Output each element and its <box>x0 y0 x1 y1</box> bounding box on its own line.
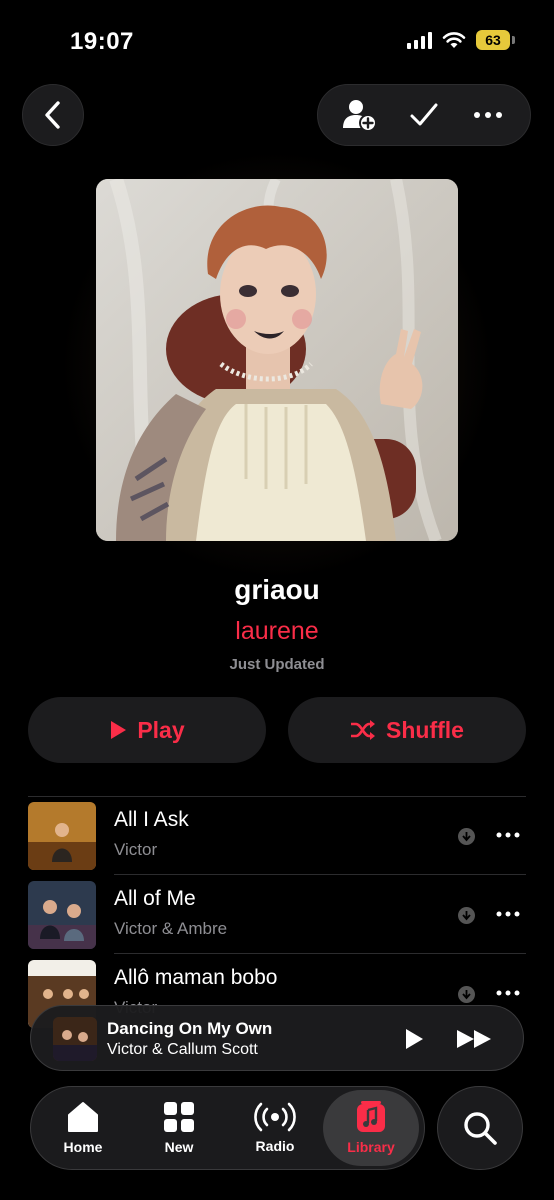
music-note-icon <box>357 1101 385 1132</box>
tab-home[interactable]: Home <box>35 1090 131 1166</box>
ellipsis-icon <box>496 832 520 838</box>
tab-radio[interactable]: Radio <box>227 1090 323 1166</box>
search-icon <box>464 1112 497 1145</box>
play-button[interactable]: Play <box>28 697 266 763</box>
playlist-artwork[interactable] <box>96 179 458 541</box>
track-artwork <box>28 881 96 949</box>
downloaded-icon <box>458 986 475 1003</box>
now-playing-artist: Victor & Callum Scott <box>107 1041 258 1058</box>
battery-indicator: 63 <box>476 30 515 50</box>
tab-label: Library <box>347 1139 395 1155</box>
tab-label: Home <box>63 1139 103 1155</box>
chevron-left-icon <box>45 101 60 129</box>
tab-bar: Home New Radio Library <box>30 1086 425 1170</box>
play-icon <box>111 721 127 739</box>
track-row[interactable]: All of Me Victor & Ambre <box>28 881 526 951</box>
tab-label: New <box>164 1139 194 1155</box>
shuffle-label: Shuffle <box>386 716 464 743</box>
checkmark-icon <box>410 103 438 126</box>
downloaded-icon <box>458 907 475 924</box>
track-title: Allô maman bobo <box>114 966 278 989</box>
playlist-curator-link[interactable]: laurene <box>0 617 554 646</box>
grid-icon <box>164 1102 194 1132</box>
add-collaborator-button[interactable] <box>335 90 385 140</box>
house-icon <box>68 1102 98 1132</box>
person-add-icon <box>343 100 377 132</box>
mini-play-button[interactable] <box>399 1024 429 1054</box>
playlist-title: griaou <box>234 574 320 605</box>
shuffle-icon <box>351 720 376 740</box>
playlist-actions-pill <box>317 84 531 146</box>
track-title: All of Me <box>114 887 196 910</box>
divider <box>28 796 526 797</box>
radio-waves-icon <box>254 1102 296 1132</box>
back-button[interactable] <box>22 84 84 146</box>
added-to-library-button[interactable] <box>399 90 449 140</box>
track-more-button[interactable] <box>494 978 522 1008</box>
status-time: 19:07 <box>70 28 134 55</box>
artwork-image <box>96 179 458 541</box>
downloaded-icon <box>458 828 475 845</box>
search-button[interactable] <box>437 1086 523 1170</box>
mini-next-button[interactable] <box>451 1024 497 1054</box>
track-artwork <box>28 802 96 870</box>
fast-forward-icon <box>457 1030 491 1048</box>
track-row[interactable]: All I Ask Victor <box>28 802 526 872</box>
mini-player[interactable]: Dancing On My Own Victor & Callum Scott <box>30 1005 524 1071</box>
track-more-button[interactable] <box>494 899 522 929</box>
tab-library[interactable]: Library <box>323 1090 419 1166</box>
status-icons: 63 <box>407 30 515 50</box>
track-artist: Victor <box>114 840 158 859</box>
ellipsis-icon <box>474 112 502 118</box>
cellular-signal-icon <box>407 31 432 49</box>
wifi-icon <box>442 32 466 48</box>
ellipsis-icon <box>496 990 520 996</box>
status-bar: 19:07 63 <box>0 0 554 80</box>
divider <box>114 874 526 875</box>
tab-new[interactable]: New <box>131 1090 227 1166</box>
playlist-updated-label: Just Updated <box>229 656 325 673</box>
tab-label: Radio <box>255 1138 295 1154</box>
play-label: Play <box>137 716 185 743</box>
divider <box>114 953 526 954</box>
now-playing-title: Dancing On My Own <box>107 1019 273 1038</box>
shuffle-button[interactable]: Shuffle <box>288 697 526 763</box>
track-title: All I Ask <box>114 808 189 831</box>
track-more-button[interactable] <box>494 820 522 850</box>
play-icon <box>406 1029 423 1049</box>
more-options-button[interactable] <box>463 90 513 140</box>
now-playing-artwork <box>53 1017 97 1061</box>
ellipsis-icon <box>496 911 520 917</box>
track-artist: Victor & Ambre <box>114 919 228 938</box>
